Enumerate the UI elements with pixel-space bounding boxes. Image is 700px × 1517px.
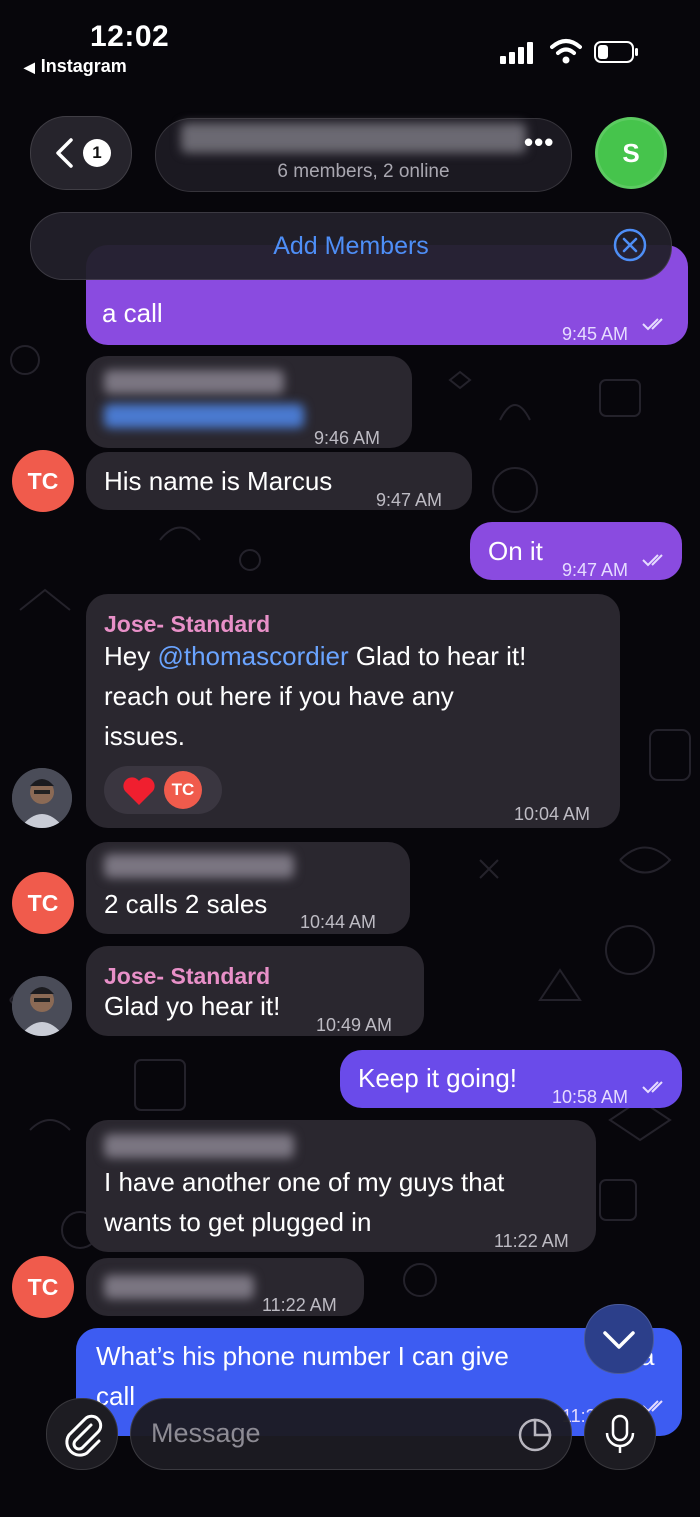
avatar[interactable]: [12, 976, 72, 1036]
voice-record-button[interactable]: [584, 1398, 656, 1470]
message-time: 11:22 AM: [494, 1231, 569, 1251]
message-placeholder: Message: [151, 1418, 261, 1448]
message-bubble[interactable]: Jose- Standard Glad yo hear it! 10:49 AM: [86, 946, 424, 1036]
back-app-label: Instagram: [40, 56, 127, 76]
message-text: His name is Marcus: [104, 466, 333, 496]
battery-icon: [594, 41, 638, 63]
wifi-icon: [550, 39, 582, 64]
message-text-line: I have another one of my guys that: [104, 1167, 505, 1197]
message-time: 11:22 AM: [262, 1295, 337, 1315]
double-check-icon: [642, 318, 663, 331]
message-time: 9:47 AM: [562, 560, 629, 580]
double-check-icon: [642, 1081, 663, 1094]
message-text-line: wants to get plugged in: [104, 1207, 372, 1237]
scroll-to-bottom-button[interactable]: [584, 1304, 654, 1374]
reaction-avatar: TC: [164, 771, 202, 809]
close-circle-icon[interactable]: [613, 228, 647, 262]
sender-name-redacted: [104, 370, 284, 394]
back-button[interactable]: 1: [30, 116, 132, 190]
mention-link[interactable]: @thomascordier: [157, 641, 348, 671]
message-time: 9:47 AM: [376, 490, 443, 510]
contact-number-redacted: [104, 404, 304, 428]
chevron-down-icon: [603, 1331, 635, 1349]
cellular-signal-icon: [500, 42, 533, 64]
microphone-icon: [605, 1414, 635, 1453]
message-bubble[interactable]: On it 9:47 AM: [470, 522, 682, 580]
message-bubble[interactable]: 2 calls 2 sales 10:44 AM: [86, 842, 410, 934]
avatar[interactable]: TC: [12, 1256, 74, 1318]
title-overflow: •••: [524, 127, 555, 157]
message-text-line: reach out here if you have any: [104, 681, 454, 711]
sender-name-redacted: [104, 1134, 294, 1158]
message-text: Glad yo hear it!: [104, 991, 281, 1021]
message-bubble[interactable]: I have another one of my guys that wants…: [86, 1120, 596, 1252]
message-text-redacted: [104, 1275, 254, 1299]
message-text: 2 calls 2 sales: [104, 889, 268, 919]
message-bubble[interactable]: Jose- Standard Hey @thomascordier Glad t…: [86, 594, 620, 828]
avatar[interactable]: TC: [12, 872, 74, 934]
add-members-label: Add Members: [273, 232, 429, 260]
message-text-line: Hey @thomascordier Glad to hear it!: [104, 636, 526, 676]
user-photo-icon: [12, 768, 72, 828]
sticker-icon[interactable]: [517, 1417, 553, 1453]
message-text: a call: [102, 298, 163, 328]
members-status: 6 members, 2 online: [277, 161, 450, 182]
message-time: 10:04 AM: [514, 804, 591, 824]
sender-name-redacted: [104, 854, 294, 878]
message-text-line: issues.: [104, 721, 185, 751]
message-bubble[interactable]: 11:22 AM: [86, 1258, 364, 1316]
add-members-bar[interactable]: Add Members: [30, 212, 672, 280]
avatar[interactable]: TC: [12, 450, 74, 512]
message-bubble[interactable]: 9:46 AM: [86, 356, 412, 448]
message-input[interactable]: Message: [130, 1398, 572, 1470]
message-bubble[interactable]: Keep it going! 10:58 AM: [340, 1050, 682, 1108]
group-title-redacted: [181, 123, 526, 153]
clock: 12:02: [90, 20, 170, 53]
attach-button[interactable]: [46, 1398, 118, 1470]
text-segment: Hey: [104, 641, 158, 671]
back-to-app-link[interactable]: ◀ Instagram: [24, 56, 127, 77]
message-text: On it: [488, 536, 543, 566]
chat-header[interactable]: ••• 6 members, 2 online: [155, 118, 572, 192]
heart-icon: [123, 777, 155, 805]
chevron-left-icon: [56, 138, 73, 168]
avatar[interactable]: [12, 768, 72, 828]
message-time: 9:45 AM: [562, 324, 629, 344]
user-photo-icon: [12, 976, 72, 1036]
message-bubble[interactable]: His name is Marcus 9:47 AM: [86, 452, 472, 510]
double-check-icon: [642, 554, 663, 567]
paperclip-icon: [65, 1414, 103, 1457]
status-bar: 12:02 ◀ Instagram: [0, 0, 700, 90]
back-triangle-icon: ◀: [24, 59, 35, 75]
text-segment: Glad to hear it!: [348, 641, 527, 671]
message-time: 10:44 AM: [300, 912, 377, 932]
message-text-line: What’s his phone number I can give: [96, 1341, 509, 1371]
group-avatar[interactable]: S: [595, 117, 667, 189]
message-time: 10:49 AM: [316, 1015, 393, 1035]
reaction-chip[interactable]: TC: [104, 766, 222, 814]
unread-badge: 1: [83, 139, 111, 167]
message-text: Keep it going!: [358, 1063, 518, 1093]
message-time: 10:58 AM: [552, 1087, 629, 1107]
